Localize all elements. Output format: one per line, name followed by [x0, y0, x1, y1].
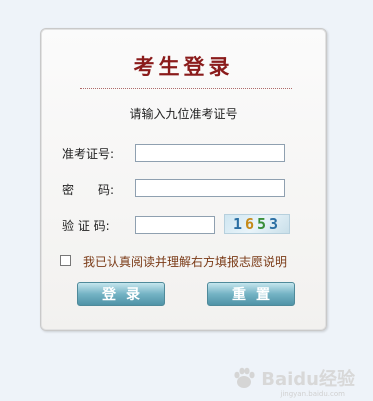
- watermark-url: jingyan.baidu.com: [280, 390, 345, 398]
- captcha-digit: 5: [257, 215, 270, 233]
- page-title: 考生登录: [133, 54, 234, 79]
- captcha-image[interactable]: 1653: [224, 214, 290, 234]
- captcha-digit: 3: [269, 215, 282, 233]
- captcha-text: 1653: [233, 215, 281, 233]
- instruction-text: 请输入九位准考证号: [129, 107, 238, 121]
- login-panel: 考生登录 请输入九位准考证号 准考证号: 密 码: 验 证 码: 1653 我已…: [40, 28, 327, 331]
- login-button[interactable]: 登录: [77, 282, 165, 306]
- baidu-watermark: Baidu经验: [231, 365, 355, 391]
- captcha-label: 验 证 码:: [62, 219, 110, 233]
- agree-checkbox[interactable]: [60, 255, 71, 266]
- password-input[interactable]: [135, 179, 285, 197]
- captcha-digit: 1: [232, 215, 245, 233]
- ticket-number-input[interactable]: [135, 144, 285, 162]
- reset-button[interactable]: 重置: [207, 282, 295, 306]
- watermark-brand: Baidu经验: [261, 369, 355, 390]
- paw-icon: [234, 367, 255, 388]
- captcha-input[interactable]: [135, 216, 215, 234]
- password-label: 密 码:: [62, 183, 115, 197]
- agree-label[interactable]: 我已认真阅读并理解右方填报志愿说明: [83, 253, 287, 270]
- title-divider: [80, 88, 292, 89]
- captcha-digit: 6: [244, 215, 257, 233]
- ticket-number-label: 准考证号:: [62, 147, 115, 161]
